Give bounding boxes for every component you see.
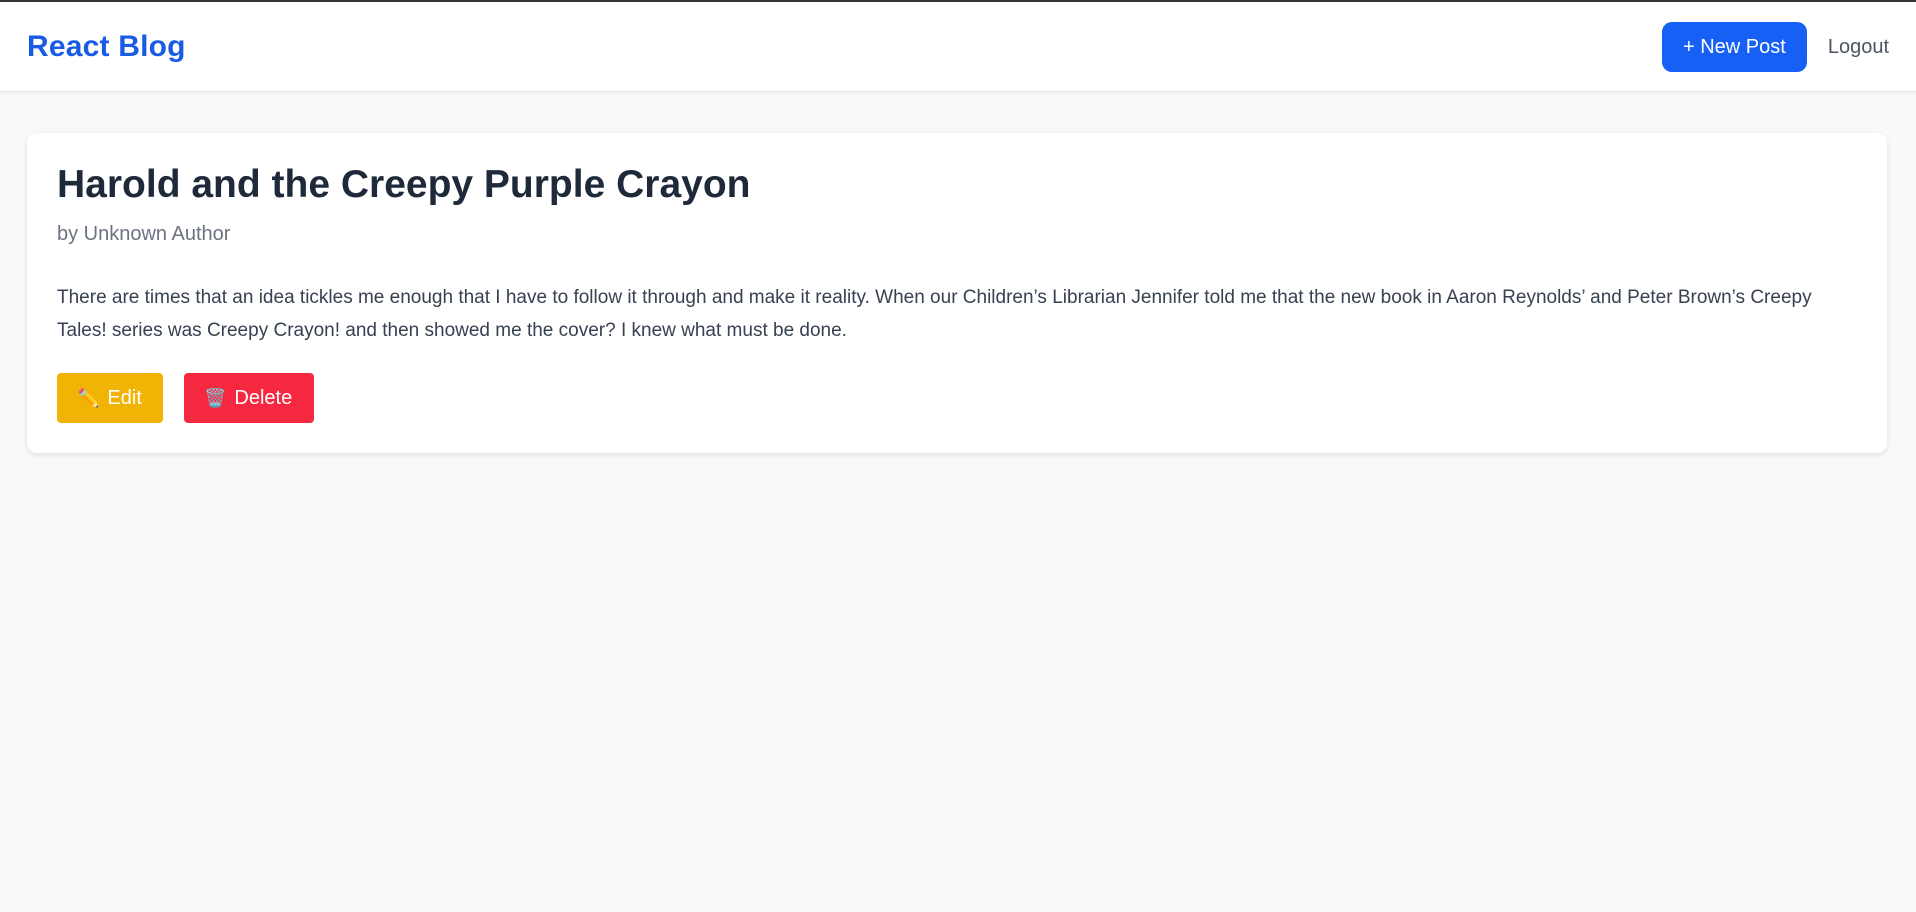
post-card: Harold and the Creepy Purple Crayon by U… xyxy=(27,133,1887,453)
delete-button[interactable]: 🗑️ Delete xyxy=(184,373,314,423)
new-post-button[interactable]: + New Post xyxy=(1662,22,1807,72)
brand-logo-link[interactable]: React Blog xyxy=(27,30,186,64)
post-author: by Unknown Author xyxy=(57,223,231,245)
edit-button-label: Edit xyxy=(107,386,142,409)
edit-button[interactable]: ✏️ Edit xyxy=(57,373,163,423)
logout-link[interactable]: Logout xyxy=(1828,36,1889,59)
navbar: React Blog + New Post Logout xyxy=(0,2,1916,92)
nav-actions: + New Post Logout xyxy=(1662,22,1889,72)
pencil-icon: ✏️ xyxy=(77,388,100,408)
delete-button-label: Delete xyxy=(234,386,293,409)
post-body: There are times that an idea tickles me … xyxy=(57,287,1812,341)
post-title: Harold and the Creepy Purple Crayon xyxy=(57,163,751,206)
trash-icon: 🗑️ xyxy=(204,388,227,408)
post-actions: ✏️ Edit 🗑️ Delete xyxy=(57,373,314,423)
